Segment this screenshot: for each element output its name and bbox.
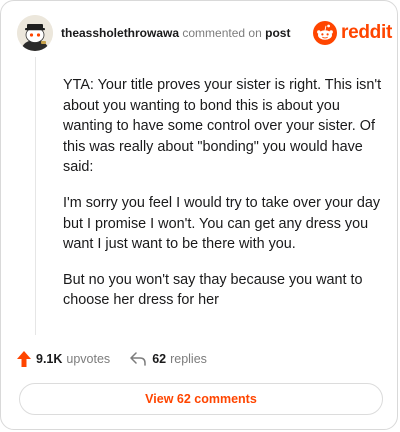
comment-header: theassholethrowawa commented on post: [61, 26, 290, 40]
view-comments-button[interactable]: View 62 comments: [19, 383, 383, 415]
comment-body: YTA: Your title proves your sister is ri…: [63, 75, 383, 326]
comment-paragraph: YTA: Your title proves your sister is ri…: [63, 77, 382, 176]
replies-button[interactable]: 62 replies: [130, 352, 207, 366]
username[interactable]: theassholethrowawa: [61, 26, 179, 40]
upvote-button[interactable]: 9.1K upvotes: [17, 351, 110, 367]
reddit-logo[interactable]: reddit: [313, 20, 392, 46]
upvote-label: upvotes: [66, 352, 111, 366]
post-link[interactable]: post: [265, 26, 290, 40]
upvote-arrow-icon: [17, 351, 31, 367]
reddit-logo-icon: [313, 21, 337, 45]
reply-count: 62: [152, 352, 167, 366]
user-avatar[interactable]: [17, 15, 53, 51]
reply-arrow-icon: [130, 352, 146, 366]
reddit-wordmark: reddit: [341, 22, 392, 43]
thread-line: [35, 57, 36, 335]
comment-paragraph: I'm sorry you feel I would try to take o…: [63, 194, 381, 253]
reply-label: replies: [170, 352, 207, 366]
upvote-count: 9.1K: [36, 352, 63, 366]
comment-paragraph: But no you won't say thay because you wa…: [63, 271, 363, 309]
comment-card: theassholethrowawa commented on post red…: [0, 0, 398, 430]
comment-footer: 9.1K upvotes 62 replies: [17, 349, 207, 369]
commented-on-text: commented on: [182, 26, 262, 40]
snoo-avatar-icon: [17, 15, 53, 51]
